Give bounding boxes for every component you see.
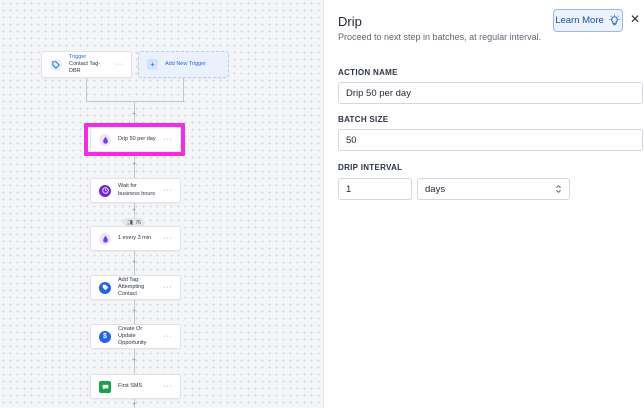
learn-more-label: Learn More [555, 15, 604, 26]
step-node-sms[interactable]: First SMS ··· [90, 374, 181, 399]
step-node-drip[interactable]: 1 every 3 min ··· [90, 226, 181, 251]
drip-interval-label: DRIP INTERVAL [338, 163, 403, 172]
clock-icon [99, 184, 111, 197]
tag-icon [50, 58, 62, 71]
connector [86, 78, 87, 101]
add-step-plus[interactable]: + [130, 308, 138, 316]
step-node-opportunity[interactable]: $ Create Or Update Opportunity ··· [90, 324, 181, 349]
step-label: First SMS [118, 382, 143, 389]
add-step-plus[interactable]: + [130, 259, 138, 267]
add-step-plus[interactable]: + [130, 161, 138, 169]
connector [183, 78, 184, 101]
drip-settings-panel: Drip Proceed to next step in batches, at… [325, 0, 644, 408]
step-label: 1 every 3 min [118, 234, 152, 241]
step-label: Create Or Update Opportunity [118, 325, 147, 347]
step-node-wait[interactable]: Wait for business hours ··· [90, 178, 181, 203]
step-node-add-tag[interactable]: Add Tag: Attempting Contact ··· [90, 275, 181, 300]
selection-highlight [84, 123, 185, 156]
action-name-input[interactable] [338, 82, 643, 104]
drip-interval-input[interactable] [338, 178, 412, 200]
add-new-trigger-button[interactable]: + Add New Trigger [138, 51, 229, 78]
drip-icon [99, 232, 111, 245]
workflow-canvas[interactable]: + + + + + + + 👥︎ 76 Trigger Contact Tag-… [0, 0, 324, 408]
count-value: 76 [135, 219, 141, 226]
node-menu-icon[interactable]: ··· [164, 333, 173, 340]
plus-icon: + [147, 59, 158, 70]
sms-icon [99, 380, 111, 393]
batch-size-input[interactable] [338, 129, 643, 151]
chevron-up-down-icon [556, 185, 561, 193]
panel-subtitle: Proceed to next step in batches, at regu… [338, 32, 542, 42]
add-step-plus[interactable]: + [130, 357, 138, 365]
panel-title: Drip [338, 14, 362, 29]
dollar-icon: $ [99, 330, 111, 343]
step-label: Wait for business hours [118, 183, 155, 197]
trigger-subtitle: Contact Tag- DBR [69, 60, 101, 75]
add-step-plus[interactable]: + [130, 207, 138, 215]
add-step-plus[interactable]: + [130, 401, 138, 408]
tag-icon [99, 281, 111, 294]
add-step-plus[interactable]: + [130, 111, 138, 119]
drip-interval-unit-select[interactable]: days [417, 178, 570, 200]
node-menu-icon[interactable]: ··· [115, 61, 124, 68]
step-label: Add Tag: Attempting Contact [118, 276, 145, 298]
node-menu-icon[interactable]: ··· [164, 235, 173, 242]
trigger-node[interactable]: Trigger Contact Tag- DBR ··· [41, 51, 132, 78]
lightbulb-icon [609, 14, 620, 26]
node-menu-icon[interactable]: ··· [164, 383, 173, 390]
users-icon: 👥︎ [127, 219, 134, 226]
connector [86, 101, 184, 102]
learn-more-button[interactable]: Learn More [553, 9, 623, 32]
node-menu-icon[interactable]: ··· [164, 284, 173, 291]
select-value: days [425, 183, 446, 195]
action-name-label: ACTION NAME [338, 68, 398, 77]
add-trigger-label: Add New Trigger [165, 60, 206, 67]
trigger-title: Trigger [69, 53, 87, 60]
batch-size-label: BATCH SIZE [338, 115, 389, 124]
node-menu-icon[interactable]: ··· [164, 187, 173, 194]
close-icon[interactable]: ✕ [630, 12, 640, 26]
